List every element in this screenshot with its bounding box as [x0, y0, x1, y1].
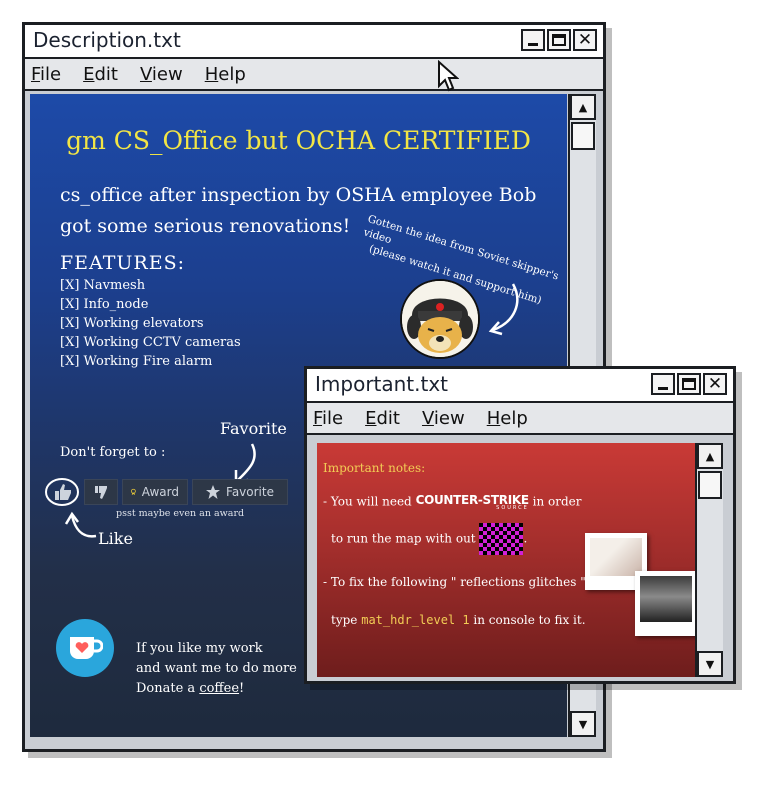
scroll-up-button[interactable]: ▲ — [697, 443, 723, 469]
dislike-button[interactable] — [84, 479, 118, 505]
feature-item: [X] Working CCTV cameras — [60, 335, 241, 350]
description-menubar: File Edit View Help — [25, 59, 603, 91]
dog-ushanka-icon — [402, 281, 478, 357]
dont-forget-text: Don't forget to : — [60, 445, 166, 460]
intro-line: got some serious renovations! — [60, 215, 351, 237]
features-heading: FEATURES: — [60, 252, 186, 274]
type-prefix: type — [331, 613, 358, 627]
description-window-title: Description.txt — [33, 28, 181, 52]
run-line: to run the map with out . — [331, 523, 527, 555]
important-scrollbar[interactable]: ▲ ▼ — [695, 443, 723, 677]
console-command: mat_hdr_level 1 — [361, 613, 470, 627]
scroll-down-button[interactable]: ▼ — [697, 651, 723, 677]
minimize-button[interactable] — [521, 29, 545, 51]
favorite-label: Favorite — [226, 485, 274, 499]
run-suffix: . — [523, 531, 528, 546]
favorite-callout: Favorite — [220, 419, 287, 438]
important-content: Important notes: - You will need COUNTER… — [317, 443, 695, 677]
coffee-link[interactable]: coffee — [199, 681, 239, 696]
star-icon — [206, 485, 221, 499]
menu-help[interactable]: Help — [205, 64, 246, 85]
menu-edit[interactable]: Edit — [83, 64, 118, 85]
coffee-cup-icon — [70, 637, 103, 659]
requirement-line: - You will need COUNTER-STRIKE SOURCE in … — [323, 493, 582, 511]
like-callout: Like — [98, 529, 133, 548]
important-window-title: Important.txt — [315, 372, 449, 396]
important-menubar: File Edit View Help — [307, 403, 733, 435]
mouse-cursor-icon — [438, 60, 459, 92]
menu-view[interactable]: View — [140, 64, 183, 85]
award-button[interactable]: Award — [122, 479, 188, 505]
need-suffix: in order — [532, 494, 582, 509]
donate-line: If you like my work — [136, 641, 263, 656]
feature-item: [X] Working elevators — [60, 316, 204, 331]
command-line: type mat_hdr_level 1 in console to fix i… — [331, 613, 586, 627]
scroll-up-button[interactable]: ▲ — [570, 94, 596, 120]
need-prefix: - You will need — [323, 494, 412, 509]
close-button[interactable]: ✕ — [573, 29, 597, 51]
screenshot-photo — [635, 571, 695, 636]
like-button[interactable] — [44, 478, 80, 506]
award-label: Award — [141, 485, 179, 499]
award-hint: psst maybe even an award — [116, 508, 245, 519]
donate-text: If you like my work and want me to do mo… — [136, 639, 297, 699]
menu-help[interactable]: Help — [487, 408, 528, 429]
maximize-button[interactable] — [677, 373, 701, 395]
maximize-button[interactable] — [547, 29, 571, 51]
menu-view[interactable]: View — [422, 408, 465, 429]
run-text: to run the map with out — [331, 531, 476, 546]
donate-line: and want me to do more — [136, 661, 297, 676]
missing-texture-icon — [479, 523, 524, 555]
menu-edit[interactable]: Edit — [365, 408, 400, 429]
feature-item: [X] Navmesh — [60, 278, 146, 293]
favorite-button[interactable]: Favorite — [192, 479, 288, 505]
thumbs-down-icon — [95, 486, 107, 499]
feature-item: [X] Info_node — [60, 297, 149, 312]
important-window: Important.txt ✕ File Edit View Help Impo… — [304, 366, 736, 684]
menu-file[interactable]: File — [313, 408, 343, 429]
workshop-actions: Award Favorite — [44, 478, 288, 506]
description-titlebar[interactable]: Description.txt ✕ — [25, 25, 603, 59]
counter-strike-logo: COUNTER-STRIKE SOURCE — [415, 493, 530, 511]
feature-item: [X] Working Fire alarm — [60, 354, 213, 369]
intro-line: cs_office after inspection by OSHA emplo… — [60, 184, 537, 206]
donate-suffix: ! — [239, 681, 245, 696]
author-avatar — [400, 279, 480, 359]
scroll-thumb[interactable] — [571, 122, 595, 150]
award-icon — [131, 488, 136, 496]
scroll-thumb[interactable] — [698, 471, 722, 499]
features-list: [X] Navmesh [X] Info_node [X] Working el… — [60, 276, 241, 371]
like-arrow-icon — [64, 511, 97, 538]
intro-text: cs_office after inspection by OSHA emplo… — [60, 180, 536, 242]
donate-prefix: Donate a — [136, 681, 200, 696]
donate-line: Donate a coffee! — [136, 679, 297, 699]
menu-file[interactable]: File — [31, 64, 61, 85]
important-titlebar[interactable]: Important.txt ✕ — [307, 369, 733, 403]
scroll-down-button[interactable]: ▼ — [570, 711, 596, 737]
notes-heading: Important notes: — [323, 461, 426, 475]
curved-arrow-icon — [488, 283, 519, 336]
page-heading: gm CS_Office but OCHA CERTIFIED — [66, 126, 531, 155]
close-button[interactable]: ✕ — [703, 373, 727, 395]
type-suffix: in console to fix it. — [473, 613, 586, 627]
minimize-button[interactable] — [651, 373, 675, 395]
thumbs-up-icon — [45, 478, 79, 506]
kofi-logo[interactable] — [56, 619, 114, 677]
fix-line: - To fix the following " reflections gli… — [323, 575, 594, 589]
